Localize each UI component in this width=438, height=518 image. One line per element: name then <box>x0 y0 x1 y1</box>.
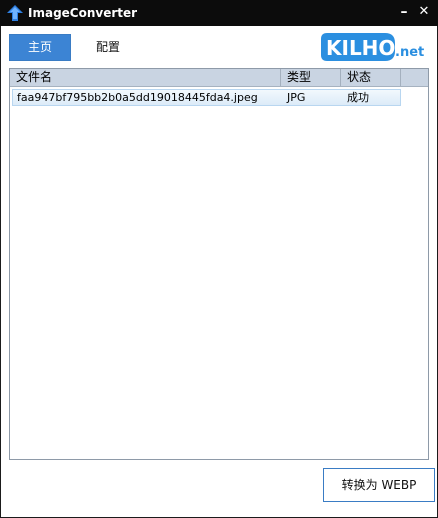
column-header-type[interactable]: 类型 <box>281 69 341 86</box>
convert-to-webp-button[interactable]: 转换为 WEBP <box>323 468 435 502</box>
cell-status: 成功 <box>347 91 369 104</box>
kilho-logo: KILHO .net <box>321 33 424 61</box>
list-row[interactable]: faa947bf795bb2b0a5dd19018445fda4.jpeg JP… <box>12 89 401 106</box>
app-icon <box>7 5 23 21</box>
file-list[interactable]: 文件名 类型 状态 faa947bf795bb2b0a5dd19018445fd… <box>9 68 429 460</box>
column-header-filename[interactable]: 文件名 <box>10 69 281 86</box>
cell-filename: faa947bf795bb2b0a5dd19018445fda4.jpeg <box>17 91 258 104</box>
window-title: ImageConverter <box>28 6 138 20</box>
nav-config-button[interactable]: 配置 <box>83 34 133 61</box>
main-window-body: 主页 配置 KILHO .net 文件名 类型 状态 faa947bf795bb… <box>1 26 437 517</box>
column-header-status[interactable]: 状态 <box>341 69 401 86</box>
title-bar[interactable]: ImageConverter – ✕ <box>0 0 438 26</box>
svg-text:KILHO: KILHO <box>326 36 395 60</box>
column-header-filler <box>401 69 428 86</box>
list-header: 文件名 类型 状态 <box>10 69 428 87</box>
nav-home-button[interactable]: 主页 <box>9 34 71 61</box>
cell-type: JPG <box>287 91 306 104</box>
svg-text:.net: .net <box>395 45 424 60</box>
minimize-button[interactable]: – <box>396 2 412 22</box>
close-button[interactable]: ✕ <box>416 2 432 22</box>
